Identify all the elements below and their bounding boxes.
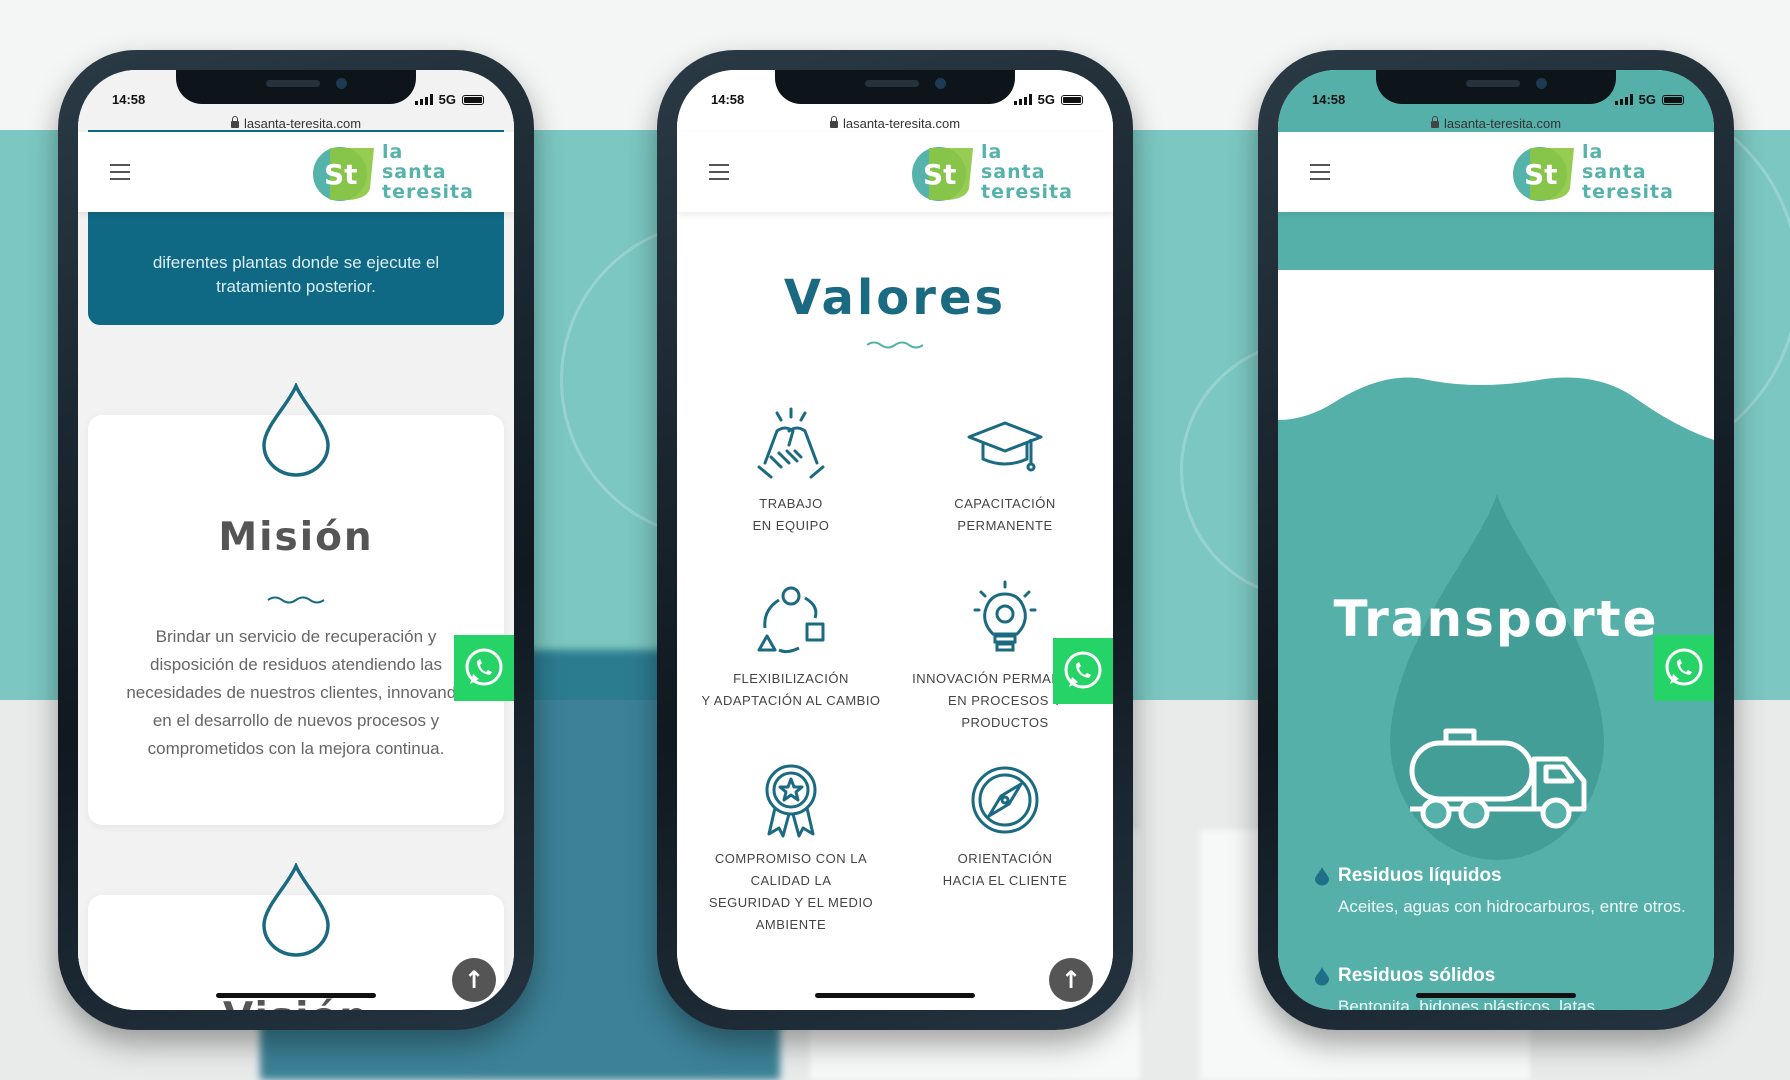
scroll-top-button[interactable]: ↑ bbox=[452, 958, 496, 1002]
whatsapp-icon bbox=[1665, 648, 1703, 686]
whatsapp-button[interactable] bbox=[1053, 638, 1113, 704]
lock-icon bbox=[1430, 116, 1439, 128]
service-item: Residuos líquidos Aceites, aguas con hid… bbox=[1314, 865, 1690, 921]
graduation-cap-icon bbox=[967, 421, 1043, 472]
lightbulb-gear-icon bbox=[973, 580, 1037, 652]
site-logo[interactable]: St la santa teresita bbox=[1510, 140, 1680, 204]
service-item: Residuos sólidos Bentonita, bidones plás… bbox=[1314, 965, 1690, 1010]
wave-shape bbox=[1278, 270, 1714, 440]
tanker-truck-icon bbox=[1409, 728, 1587, 829]
compass-icon bbox=[971, 766, 1039, 834]
phone-transport: Transporte Residuos líquidos Aceites, ag… bbox=[1258, 50, 1734, 1030]
whatsapp-button[interactable] bbox=[1654, 635, 1714, 701]
scroll-top-button[interactable]: ↑ bbox=[1049, 958, 1093, 1002]
svg-text:St: St bbox=[1524, 158, 1558, 191]
address-bar[interactable]: lasanta-teresita.com bbox=[1278, 116, 1714, 131]
arrow-up-icon: ↑ bbox=[1060, 966, 1082, 994]
drop-bullet-icon bbox=[1315, 867, 1329, 886]
whatsapp-icon bbox=[1064, 651, 1102, 689]
whatsapp-button[interactable] bbox=[454, 635, 514, 701]
hamburger-icon[interactable] bbox=[709, 164, 729, 185]
shapes-cycle-icon bbox=[757, 586, 825, 654]
award-badge-icon bbox=[765, 764, 817, 838]
battery-icon bbox=[1662, 94, 1684, 105]
value-item: CAPACITACIÓN PERMANENTE bbox=[905, 405, 1105, 537]
mission-card: Misión Brindar un servicio de recuperaci… bbox=[88, 383, 504, 825]
site-header: St la santa teresita bbox=[78, 132, 514, 212]
site-logo[interactable]: St la santa teresita bbox=[909, 140, 1079, 204]
transport-title: Transporte bbox=[1333, 590, 1659, 648]
phone-values: Valores TRABAJO EN EQUIPO CAPACITACIÓN P… bbox=[657, 50, 1133, 1030]
mission-body: Brindar un servicio de recuperación y di… bbox=[126, 627, 466, 758]
site-logo[interactable]: St la santa teresita bbox=[310, 140, 480, 204]
phone-notch bbox=[775, 70, 1015, 104]
whatsapp-icon bbox=[465, 648, 503, 686]
svg-text:St: St bbox=[923, 158, 957, 191]
wave-divider bbox=[866, 341, 924, 349]
wave-divider bbox=[267, 596, 325, 604]
phone-mission: diferentes plantas donde se ejecute el t… bbox=[58, 50, 534, 1030]
arrow-up-icon: ↑ bbox=[463, 966, 485, 994]
value-item: TRABAJO EN EQUIPO bbox=[691, 405, 891, 537]
hamburger-icon[interactable] bbox=[1310, 164, 1330, 185]
mission-title: Misión bbox=[218, 515, 374, 560]
address-bar[interactable]: lasanta-teresita.com bbox=[677, 116, 1113, 131]
value-item: FLEXIBILIZACIÓN Y ADAPTACIÓN AL CAMBIO bbox=[691, 580, 891, 712]
hamburger-icon[interactable] bbox=[110, 164, 130, 185]
lock-icon bbox=[230, 116, 239, 128]
signal-icon bbox=[1614, 94, 1633, 105]
water-drop-icon bbox=[262, 863, 330, 957]
value-item: COMPROMISO CON LA CALIDAD LA SEGURIDAD Y… bbox=[691, 760, 891, 936]
phone-notch bbox=[176, 70, 416, 104]
site-header: St la santa teresita bbox=[1278, 132, 1714, 212]
signal-icon bbox=[414, 94, 433, 105]
drop-bullet-icon bbox=[1315, 967, 1329, 986]
logo-mark-icon: St bbox=[912, 147, 973, 201]
battery-icon bbox=[462, 94, 484, 105]
svg-text:St: St bbox=[324, 158, 358, 191]
battery-icon bbox=[1061, 94, 1083, 105]
value-item: ORIENTACIÓN HACIA EL CLIENTE bbox=[905, 760, 1105, 892]
logo-mark-icon: St bbox=[1513, 147, 1574, 201]
handshake-icon bbox=[757, 407, 825, 479]
phone-notch bbox=[1376, 70, 1616, 104]
signal-icon bbox=[1013, 94, 1032, 105]
water-drop-icon bbox=[262, 383, 330, 477]
values-title: Valores bbox=[783, 270, 1007, 326]
site-header: St la santa teresita bbox=[677, 132, 1113, 212]
lock-icon bbox=[829, 116, 838, 128]
logo-mark-icon: St bbox=[313, 147, 374, 201]
address-bar[interactable]: lasanta-teresita.com bbox=[78, 116, 514, 131]
